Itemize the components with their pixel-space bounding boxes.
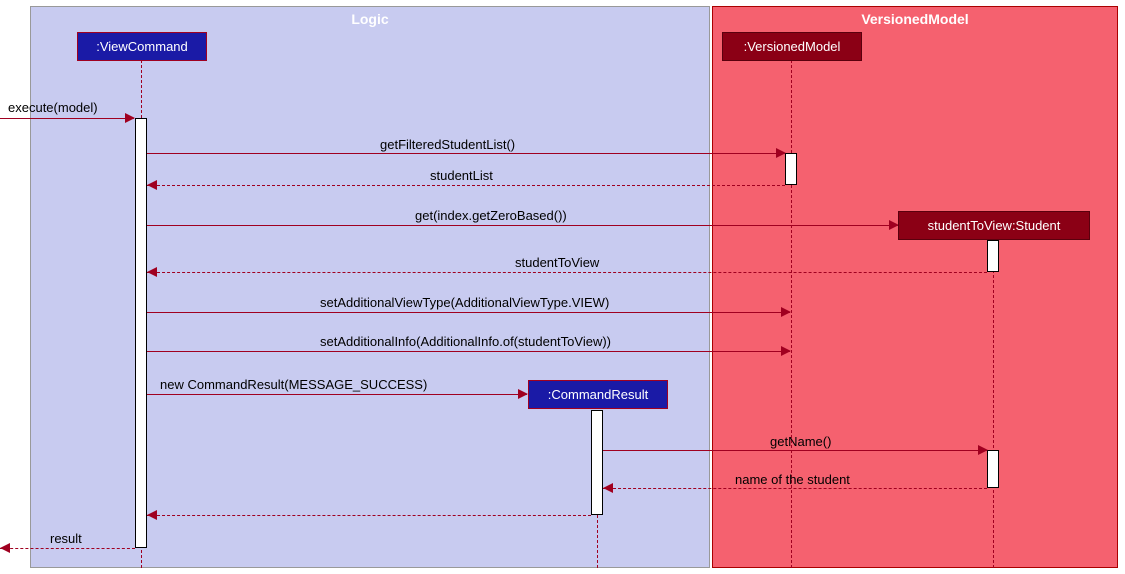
- set-additional-info-label: setAdditionalInfo(AdditionalInfo.of(stud…: [320, 334, 611, 349]
- result-arrow-head: [0, 543, 10, 553]
- view-command-activation: [135, 118, 147, 548]
- student-lifeline: [993, 240, 994, 568]
- get-filtered-list-arrow: [147, 153, 785, 154]
- get-name-arrow-head: [978, 445, 988, 455]
- versioned-model-frame-title: VersionedModel: [861, 11, 968, 27]
- result-label: result: [50, 531, 82, 546]
- logic-frame-title: Logic: [351, 11, 388, 27]
- set-view-type-arrow-head: [781, 307, 791, 317]
- set-view-type-arrow: [147, 312, 790, 313]
- versioned-model-activation-1: [785, 153, 797, 185]
- sequence-diagram: Logic VersionedModel :ViewCommand :Versi…: [0, 0, 1125, 574]
- get-zero-based-arrow: [147, 225, 898, 226]
- versioned-model-lifeline: [791, 60, 792, 568]
- command-result-activation: [591, 410, 603, 515]
- get-zero-based-label: get(index.getZeroBased()): [415, 208, 567, 223]
- name-return-label: name of the student: [735, 472, 850, 487]
- result-arrow: [0, 548, 135, 549]
- set-view-type-label: setAdditionalViewType(AdditionalViewType…: [320, 295, 609, 310]
- get-filtered-list-arrow-head: [776, 148, 786, 158]
- view-command-lifeline-head: :ViewCommand: [77, 32, 207, 61]
- student-to-view-return-arrow: [147, 272, 987, 273]
- student-to-view-return-label: studentToView: [515, 255, 599, 270]
- set-additional-info-arrow: [147, 351, 790, 352]
- student-activation-1: [987, 240, 999, 272]
- execute-arrow: [0, 118, 134, 119]
- execute-arrow-head: [125, 113, 135, 123]
- command-result-return-arrow-head: [147, 510, 157, 520]
- name-return-arrow-head: [603, 483, 613, 493]
- get-filtered-list-label: getFilteredStudentList(): [380, 137, 515, 152]
- new-command-result-label: new CommandResult(MESSAGE_SUCCESS): [160, 377, 427, 392]
- student-list-return-arrow-head: [147, 180, 157, 190]
- student-list-return-arrow: [147, 185, 785, 186]
- get-name-label: getName(): [770, 434, 831, 449]
- student-list-return-label: studentList: [430, 168, 493, 183]
- versioned-model-lifeline-head: :VersionedModel: [722, 32, 862, 61]
- new-command-result-arrow-head: [518, 389, 528, 399]
- name-return-arrow: [603, 488, 987, 489]
- student-to-view-return-arrow-head: [147, 267, 157, 277]
- get-name-arrow: [603, 450, 987, 451]
- command-result-lifeline-head: :CommandResult: [528, 380, 668, 409]
- set-additional-info-arrow-head: [781, 346, 791, 356]
- new-command-result-arrow: [147, 394, 527, 395]
- execute-label: execute(model): [8, 100, 98, 115]
- student-activation-2: [987, 450, 999, 488]
- student-lifeline-head: studentToView:Student: [898, 211, 1090, 240]
- command-result-return-arrow: [147, 515, 591, 516]
